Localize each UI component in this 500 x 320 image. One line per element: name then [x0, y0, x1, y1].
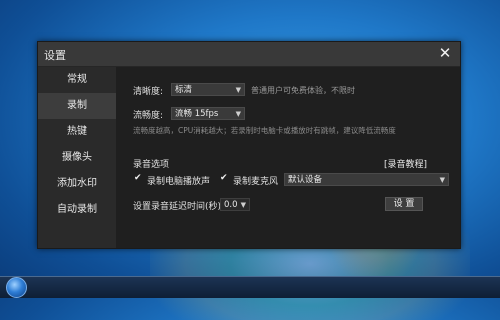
nav-item-record[interactable]: 录制	[38, 93, 116, 119]
nav-item-auto-record[interactable]: 自动录制	[38, 197, 116, 223]
set-button[interactable]: 设 置	[385, 197, 423, 211]
delay-select-value: 0.0	[224, 200, 238, 210]
start-button[interactable]	[6, 277, 27, 298]
audio-section-label: 录音选项	[133, 160, 170, 170]
nav-item-general[interactable]: 常规	[38, 67, 116, 93]
clarity-select[interactable]: 标清 ▼	[171, 83, 245, 96]
record-speaker-checkbox[interactable]: ✔	[134, 174, 143, 183]
chevron-down-icon: ▼	[235, 86, 241, 94]
delay-label: 设置录音延迟时间(秒):	[133, 202, 225, 212]
record-settings-panel: 清晰度: 标清 ▼ 普通用户可免费体验，不限时 流畅度: 流畅 15fps ▼ …	[116, 67, 460, 248]
settings-nav: 常规 录制 热键 摄像头 添加水印 自动录制	[38, 67, 116, 248]
dialog-titlebar: 设置 ✕	[38, 42, 460, 67]
settings-dialog: 设置 ✕ 常规 录制 热键 摄像头 添加水印 自动录制 清晰度: 标清 ▼ 普通…	[37, 41, 461, 249]
clarity-hint: 普通用户可免费体验，不限时	[251, 86, 355, 95]
close-icon[interactable]: ✕	[436, 44, 454, 62]
fluency-select[interactable]: 流畅 15fps ▼	[171, 107, 245, 120]
nav-item-camera[interactable]: 摄像头	[38, 145, 116, 171]
delay-select[interactable]: 0.0 ▼	[220, 198, 250, 211]
record-mic-label: 录制麦克风	[233, 177, 279, 187]
record-mic-checkbox[interactable]: ✔	[220, 174, 229, 183]
chevron-down-icon: ▼	[235, 110, 241, 118]
taskbar	[0, 276, 500, 298]
clarity-label: 清晰度:	[133, 87, 164, 97]
mic-device-select[interactable]: 默认设备 ▼	[284, 173, 449, 186]
audio-tutorial-link[interactable]: [录音教程]	[384, 157, 427, 170]
record-speaker-label: 录制电脑播放声	[147, 177, 211, 187]
fluency-hint: 流畅度越高，CPU消耗越大；若录制时电脑卡或播放时有跳帧，建议降低流畅度	[133, 126, 396, 135]
fluency-select-value: 流畅 15fps	[175, 109, 219, 119]
chevron-down-icon: ▼	[439, 176, 445, 184]
nav-item-watermark[interactable]: 添加水印	[38, 171, 116, 197]
mic-device-value: 默认设备	[288, 175, 323, 185]
chevron-down-icon: ▼	[240, 201, 246, 209]
clarity-select-value: 标清	[175, 85, 193, 95]
nav-item-hotkeys[interactable]: 热键	[38, 119, 116, 145]
fluency-label: 流畅度:	[133, 111, 164, 121]
dialog-title: 设置	[44, 49, 66, 62]
